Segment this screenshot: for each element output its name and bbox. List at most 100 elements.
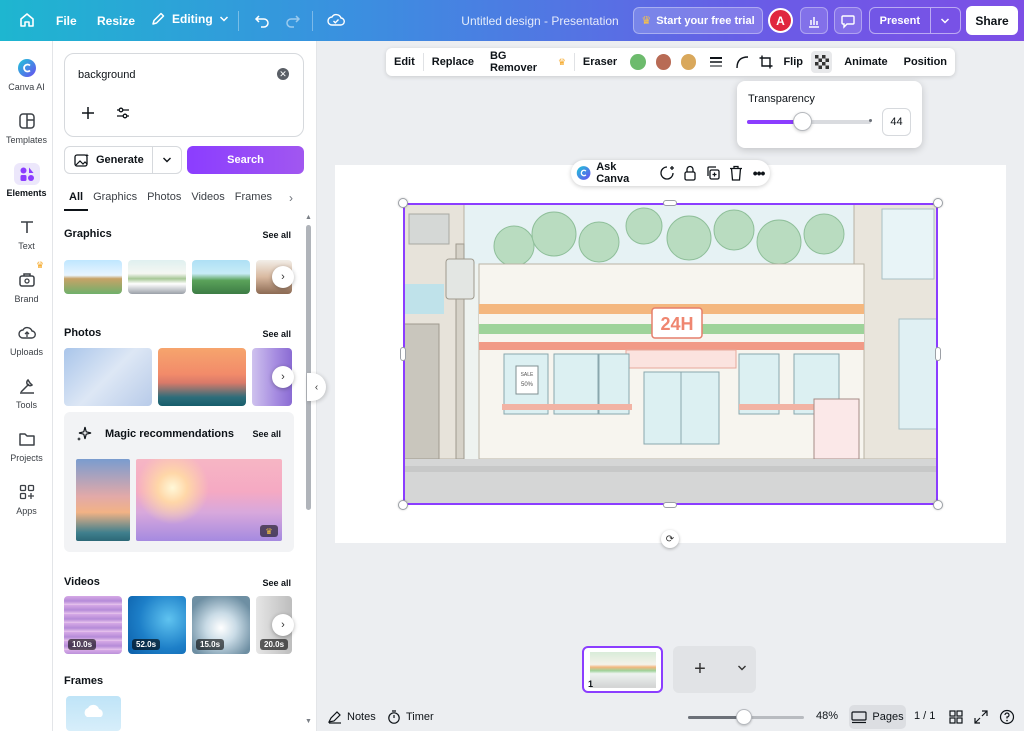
resize-handle-left[interactable] xyxy=(400,347,406,361)
panel-scrollbar[interactable] xyxy=(306,225,311,510)
ask-canva-button[interactable]: Ask Canva xyxy=(571,161,656,185)
video-thumbnail[interactable]: 10.0s xyxy=(64,596,122,654)
position-button[interactable]: Position xyxy=(896,48,955,76)
grid-view-icon[interactable] xyxy=(949,710,963,724)
redo-icon[interactable] xyxy=(279,6,307,34)
fullscreen-icon[interactable] xyxy=(974,710,988,724)
color-swatch-green[interactable] xyxy=(630,54,646,70)
comments-button[interactable] xyxy=(834,7,862,34)
eraser-button[interactable]: Eraser xyxy=(575,48,625,76)
resize-handle-right[interactable] xyxy=(935,347,941,361)
rail-item-apps[interactable]: Apps xyxy=(0,477,53,527)
transparency-slider-handle[interactable] xyxy=(792,112,812,131)
present-options-button[interactable] xyxy=(929,8,960,33)
transparency-button[interactable] xyxy=(811,51,833,73)
zoom-percentage[interactable]: 48% xyxy=(816,710,838,722)
corner-rounding-button[interactable] xyxy=(731,48,753,76)
avatar[interactable]: A xyxy=(768,8,793,33)
replace-button[interactable]: Replace xyxy=(424,48,482,76)
generate-button[interactable]: Generate xyxy=(64,146,182,174)
rail-item-canva-ai[interactable]: Canva AI xyxy=(0,53,53,103)
videos-see-all[interactable]: See all xyxy=(262,578,291,588)
pages-button[interactable]: Pages xyxy=(849,705,906,729)
tab-all[interactable]: All xyxy=(64,189,89,211)
resize-handle-top-right[interactable] xyxy=(933,198,943,208)
rail-item-tools[interactable]: Tools xyxy=(0,371,53,421)
tab-photos[interactable]: Photos xyxy=(142,189,186,211)
video-thumbnail[interactable]: 15.0s xyxy=(192,596,250,654)
page-thumbnail[interactable]: 1 xyxy=(582,646,663,693)
graphic-thumbnail[interactable] xyxy=(192,260,250,294)
scroll-up-icon[interactable]: ▲ xyxy=(305,214,312,221)
transparency-value-input[interactable]: 44 xyxy=(882,108,911,136)
color-swatch-brown[interactable] xyxy=(655,54,671,70)
design-title[interactable]: Untitled design - Presentation xyxy=(440,14,640,28)
add-page-options-button[interactable] xyxy=(727,663,756,676)
cloud-saved-icon[interactable] xyxy=(322,6,350,34)
present-button[interactable]: Present xyxy=(869,7,961,34)
search-button[interactable]: Search xyxy=(187,146,304,174)
photos-next-icon[interactable]: › xyxy=(272,366,294,388)
photo-thumbnail[interactable] xyxy=(64,348,152,406)
more-options-icon[interactable]: ••• xyxy=(747,165,770,181)
notes-button[interactable]: Notes xyxy=(328,710,376,724)
start-trial-button[interactable]: ♛ Start your free trial xyxy=(633,7,763,34)
border-style-button[interactable] xyxy=(701,48,731,76)
undo-icon[interactable] xyxy=(248,6,276,34)
videos-next-icon[interactable]: › xyxy=(272,614,294,636)
help-icon[interactable] xyxy=(999,709,1015,725)
resize-menu[interactable]: Resize xyxy=(97,14,135,28)
home-icon[interactable] xyxy=(13,6,41,34)
comment-add-icon[interactable] xyxy=(656,165,679,181)
plus-icon[interactable] xyxy=(81,106,95,120)
flip-button[interactable]: Flip xyxy=(779,48,807,76)
resize-handle-bottom[interactable] xyxy=(663,502,677,508)
lock-icon[interactable] xyxy=(679,165,702,181)
color-swatch-tan[interactable] xyxy=(681,54,697,70)
graphics-next-icon[interactable]: › xyxy=(272,266,294,288)
rail-item-uploads[interactable]: Uploads xyxy=(0,318,53,368)
share-button[interactable]: Share xyxy=(966,6,1018,35)
search-input[interactable]: background xyxy=(78,69,136,81)
collapse-panel-button[interactable]: ‹ xyxy=(307,373,326,401)
add-page-button[interactable]: + xyxy=(673,658,727,681)
tab-graphics[interactable]: Graphics xyxy=(88,189,142,211)
resize-handle-bottom-right[interactable] xyxy=(933,500,943,510)
generate-options-button[interactable] xyxy=(151,147,181,173)
rail-item-elements[interactable]: Elements xyxy=(0,159,53,209)
magic-see-all[interactable]: See all xyxy=(252,429,281,439)
insights-button[interactable] xyxy=(800,7,828,34)
video-thumbnail[interactable]: 52.0s xyxy=(128,596,186,654)
timer-button[interactable]: Timer xyxy=(387,710,434,724)
search-box[interactable]: background ✕ xyxy=(64,53,304,137)
rotate-handle[interactable]: ⟳ xyxy=(661,530,679,548)
editing-menu[interactable]: Editing xyxy=(150,11,229,27)
duplicate-icon[interactable] xyxy=(701,165,724,181)
rail-item-templates[interactable]: Templates xyxy=(0,106,53,156)
graphic-thumbnail[interactable] xyxy=(64,260,122,294)
bg-remover-button[interactable]: BG Remover ♛ xyxy=(482,48,574,76)
clear-search-icon[interactable]: ✕ xyxy=(277,68,289,80)
resize-handle-top[interactable] xyxy=(663,200,677,206)
zoom-slider-handle[interactable] xyxy=(735,709,752,725)
rail-item-projects[interactable]: Projects xyxy=(0,424,53,474)
file-menu[interactable]: File xyxy=(56,14,77,28)
photos-see-all[interactable]: See all xyxy=(262,329,291,339)
frame-thumbnail[interactable] xyxy=(66,696,121,731)
trash-icon[interactable] xyxy=(724,165,747,181)
photo-thumbnail[interactable] xyxy=(158,348,246,406)
filter-icon[interactable] xyxy=(116,107,130,119)
graphics-see-all[interactable]: See all xyxy=(262,230,291,240)
magic-thumbnail[interactable] xyxy=(76,459,130,541)
transparency-slider[interactable] xyxy=(747,112,871,131)
crop-button[interactable] xyxy=(753,48,779,76)
animate-button[interactable]: Animate xyxy=(836,48,895,76)
edit-button[interactable]: Edit xyxy=(386,48,423,76)
tab-videos[interactable]: Videos xyxy=(186,189,229,211)
tab-frames[interactable]: Frames xyxy=(230,189,277,211)
rail-item-text[interactable]: Text xyxy=(0,212,53,262)
scroll-down-icon[interactable]: ▼ xyxy=(305,718,312,725)
resize-handle-bottom-left[interactable] xyxy=(398,500,408,510)
graphic-thumbnail[interactable] xyxy=(128,260,186,294)
tabs-next-icon[interactable]: › xyxy=(289,191,293,205)
